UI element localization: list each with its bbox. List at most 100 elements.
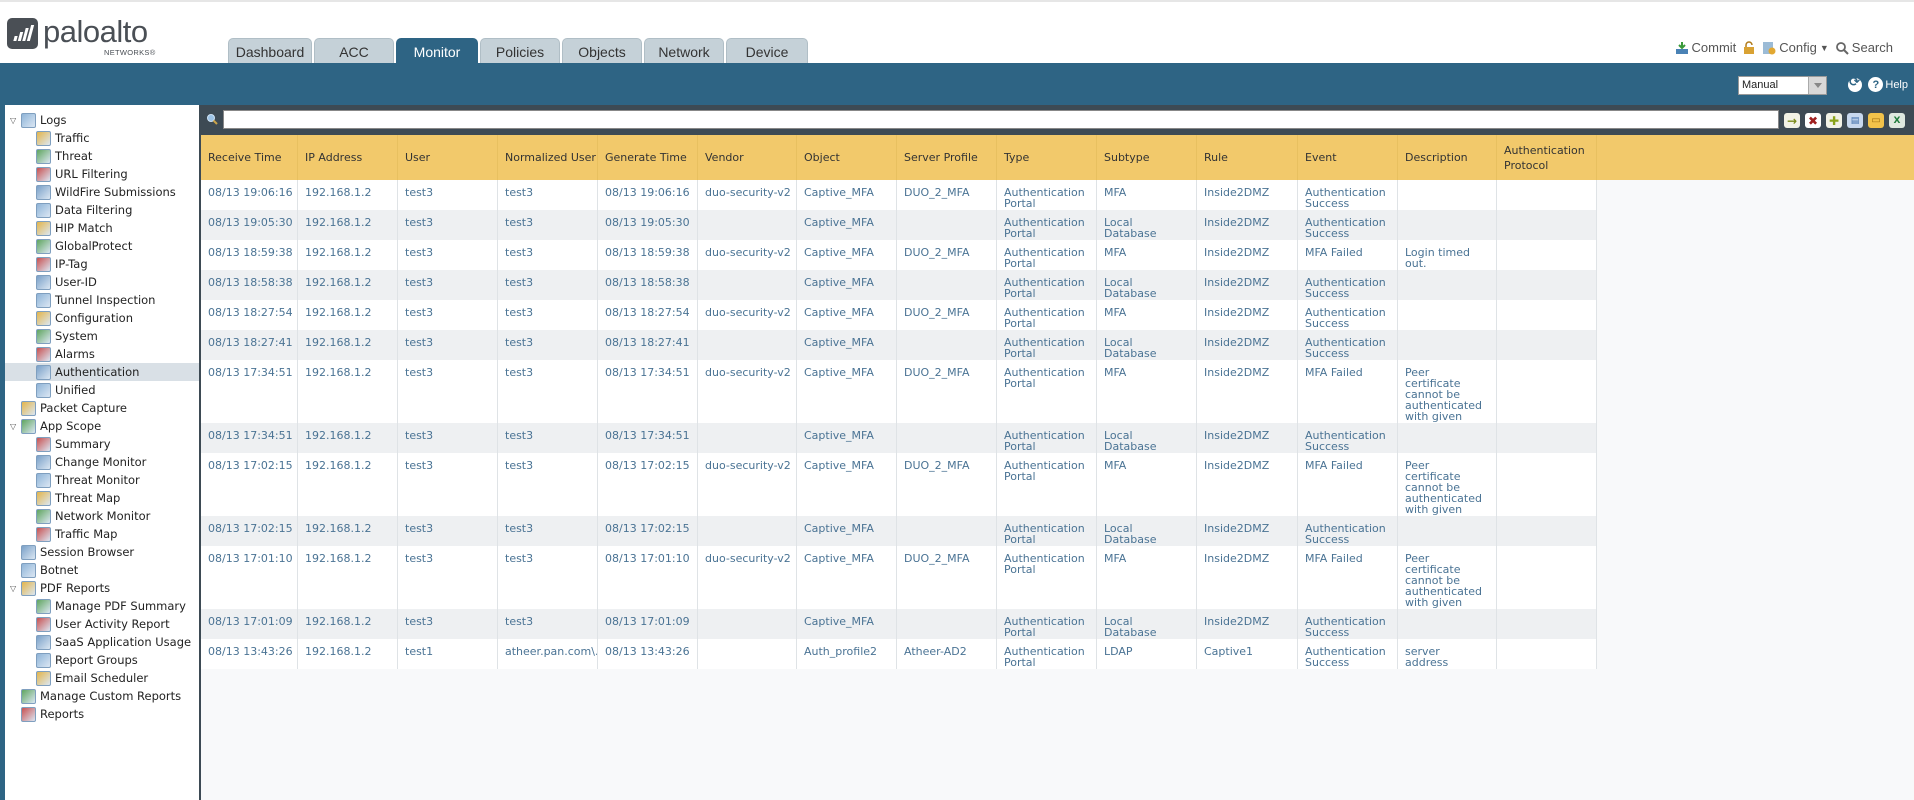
- sidebar-item-change-monitor[interactable]: Change Monitor: [5, 453, 199, 471]
- cell-receive-time[interactable]: 08/13 19:05:30: [201, 210, 298, 240]
- table-row[interactable]: 08/13 17:34:51 192.168.1.2 test3 test3 08/13…: [201, 360, 1597, 423]
- sidebar-item-threat[interactable]: Threat: [5, 147, 199, 165]
- sidebar-item-authentication[interactable]: Authentication: [5, 363, 199, 381]
- sidebar-item-manage-pdf-summary[interactable]: Manage PDF Summary: [5, 597, 199, 615]
- sidebar-item-packet-capture[interactable]: Packet Capture: [5, 399, 199, 417]
- table-row[interactable]: 08/13 13:43:26 192.168.1.2 test1 atheer.pan…: [201, 639, 1597, 669]
- table-row[interactable]: 08/13 19:05:30 192.168.1.2 test3 test3 08/13…: [201, 210, 1597, 240]
- column-header-server-profile[interactable]: Server Profile: [897, 135, 997, 180]
- cell-receive-time[interactable]: 08/13 17:02:15: [201, 516, 298, 546]
- tab-monitor[interactable]: Monitor: [396, 38, 478, 65]
- save-filter-icon[interactable]: ▤: [1847, 113, 1863, 128]
- sidebar-item-tunnel-inspection[interactable]: Tunnel Inspection: [5, 291, 199, 309]
- tab-acc[interactable]: ACC: [314, 38, 394, 65]
- sidebar-item-user-id[interactable]: User-ID: [5, 273, 199, 291]
- sidebar-item-url-filtering[interactable]: URL Filtering: [5, 165, 199, 183]
- sidebar-item-session-browser[interactable]: Session Browser: [5, 543, 199, 561]
- sidebar-item-system[interactable]: System: [5, 327, 199, 345]
- column-header-ip-address[interactable]: IP Address: [298, 135, 398, 180]
- table-row[interactable]: 08/13 18:58:38 192.168.1.2 test3 test3 08/13…: [201, 270, 1597, 300]
- column-header-authentication-protocol[interactable]: Authentication Protocol: [1497, 135, 1597, 180]
- column-header-rule[interactable]: Rule: [1197, 135, 1298, 180]
- sidebar-item-globalprotect[interactable]: GlobalProtect: [5, 237, 199, 255]
- sidebar-item-logs[interactable]: ▽ Logs: [5, 111, 199, 129]
- cell-receive-time[interactable]: 08/13 18:27:54: [201, 300, 298, 330]
- table-row[interactable]: 08/13 17:34:51 192.168.1.2 test3 test3 08/13…: [201, 423, 1597, 453]
- clear-filter-icon[interactable]: ✖: [1805, 113, 1821, 128]
- cell-receive-time[interactable]: 08/13 13:43:26: [201, 639, 298, 669]
- expand-toggle-icon[interactable]: ▽: [10, 422, 19, 431]
- column-header-normalized-user[interactable]: Normalized User: [498, 135, 598, 180]
- table-row[interactable]: 08/13 17:01:10 192.168.1.2 test3 test3 08/13…: [201, 546, 1597, 609]
- sidebar-item-data-filtering[interactable]: Data Filtering: [5, 201, 199, 219]
- cell-receive-time[interactable]: 08/13 17:34:51: [201, 360, 298, 423]
- cell-receive-time[interactable]: 08/13 17:01:10: [201, 546, 298, 609]
- sidebar-item-email-scheduler[interactable]: Email Scheduler: [5, 669, 199, 687]
- sidebar-item-user-activity-report[interactable]: User Activity Report: [5, 615, 199, 633]
- sidebar-item-configuration[interactable]: Configuration: [5, 309, 199, 327]
- sidebar-item-threat-map[interactable]: Threat Map: [5, 489, 199, 507]
- column-header-description[interactable]: Description: [1398, 135, 1497, 180]
- sidebar-item-reports[interactable]: Reports: [5, 705, 199, 723]
- sidebar-item-ip-tag[interactable]: IP-Tag: [5, 255, 199, 273]
- sidebar-item-alarms[interactable]: Alarms: [5, 345, 199, 363]
- cell-receive-time[interactable]: 08/13 17:34:51: [201, 423, 298, 453]
- column-header-user[interactable]: User: [398, 135, 498, 180]
- column-header-generate-time[interactable]: Generate Time: [598, 135, 698, 180]
- log-filter-input[interactable]: [223, 110, 1779, 129]
- cell-ip-address: 192.168.1.2: [298, 240, 398, 270]
- column-header-receive-time[interactable]: Receive Time: [201, 135, 298, 180]
- tab-device[interactable]: Device: [726, 38, 808, 65]
- expand-toggle-icon[interactable]: ▽: [10, 116, 19, 125]
- cell-receive-time[interactable]: 08/13 18:59:38: [201, 240, 298, 270]
- cell-receive-time[interactable]: 08/13 17:02:15: [201, 453, 298, 516]
- sidebar-item-saas-application-usage[interactable]: SaaS Application Usage: [5, 633, 199, 651]
- apply-filter-icon[interactable]: →: [1784, 113, 1800, 128]
- column-header-object[interactable]: Object: [797, 135, 897, 180]
- cell-user: test3: [398, 609, 498, 639]
- refresh-mode-select[interactable]: Manual: [1738, 76, 1827, 95]
- search-link[interactable]: Search: [1835, 40, 1893, 55]
- table-row[interactable]: 08/13 17:02:15 192.168.1.2 test3 test3 08/13…: [201, 453, 1597, 516]
- sidebar-item-traffic-map[interactable]: Traffic Map: [5, 525, 199, 543]
- table-row[interactable]: 08/13 17:01:09 192.168.1.2 test3 test3 08/13…: [201, 609, 1597, 639]
- sidebar-item-app-scope[interactable]: ▽ App Scope: [5, 417, 199, 435]
- sidebar-item-manage-custom-reports[interactable]: Manage Custom Reports: [5, 687, 199, 705]
- cell-receive-time[interactable]: 08/13 17:01:09: [201, 609, 298, 639]
- sidebar-item-summary[interactable]: Summary: [5, 435, 199, 453]
- sidebar-item-unified[interactable]: Unified: [5, 381, 199, 399]
- sidebar-item-wildfire-submissions[interactable]: WildFire Submissions: [5, 183, 199, 201]
- table-row[interactable]: 08/13 18:27:41 192.168.1.2 test3 test3 08/13…: [201, 330, 1597, 360]
- add-filter-icon[interactable]: ✚: [1826, 113, 1842, 128]
- table-row[interactable]: 08/13 18:27:54 192.168.1.2 test3 test3 08/13…: [201, 300, 1597, 330]
- sidebar-item-botnet[interactable]: Botnet: [5, 561, 199, 579]
- table-row[interactable]: 08/13 19:06:16 192.168.1.2 test3 test3 08/13…: [201, 180, 1597, 210]
- sidebar-item-hip-match[interactable]: HIP Match: [5, 219, 199, 237]
- column-header-vendor[interactable]: Vendor: [698, 135, 797, 180]
- column-header-subtype[interactable]: Subtype: [1097, 135, 1197, 180]
- tab-policies[interactable]: Policies: [480, 38, 560, 65]
- tab-dashboard[interactable]: Dashboard: [228, 38, 312, 65]
- refresh-icon[interactable]: [1848, 75, 1862, 92]
- load-filter-icon[interactable]: ▭: [1868, 113, 1884, 128]
- column-header-event[interactable]: Event: [1298, 135, 1398, 180]
- tab-network[interactable]: Network: [644, 38, 724, 65]
- help-button[interactable]: ? Help: [1868, 77, 1908, 92]
- sidebar-item-network-monitor[interactable]: Network Monitor: [5, 507, 199, 525]
- lock-icon[interactable]: [1742, 40, 1756, 55]
- sidebar-item-report-groups[interactable]: Report Groups: [5, 651, 199, 669]
- sidebar-item-threat-monitor[interactable]: Threat Monitor: [5, 471, 199, 489]
- cell-receive-time[interactable]: 08/13 18:58:38: [201, 270, 298, 300]
- export-csv-icon[interactable]: X: [1889, 113, 1905, 128]
- sidebar-item-traffic[interactable]: Traffic: [5, 129, 199, 147]
- config-menu[interactable]: Config ▼: [1762, 40, 1829, 55]
- commit-link[interactable]: Commit: [1675, 40, 1736, 55]
- column-header-type[interactable]: Type: [997, 135, 1097, 180]
- tab-objects[interactable]: Objects: [562, 38, 642, 65]
- table-row[interactable]: 08/13 17:02:15 192.168.1.2 test3 test3 08/13…: [201, 516, 1597, 546]
- cell-receive-time[interactable]: 08/13 18:27:41: [201, 330, 298, 360]
- expand-toggle-icon[interactable]: ▽: [10, 584, 19, 593]
- sidebar-item-pdf-reports[interactable]: ▽ PDF Reports: [5, 579, 199, 597]
- cell-receive-time[interactable]: 08/13 19:06:16: [201, 180, 298, 210]
- table-row[interactable]: 08/13 18:59:38 192.168.1.2 test3 test3 08/13…: [201, 240, 1597, 270]
